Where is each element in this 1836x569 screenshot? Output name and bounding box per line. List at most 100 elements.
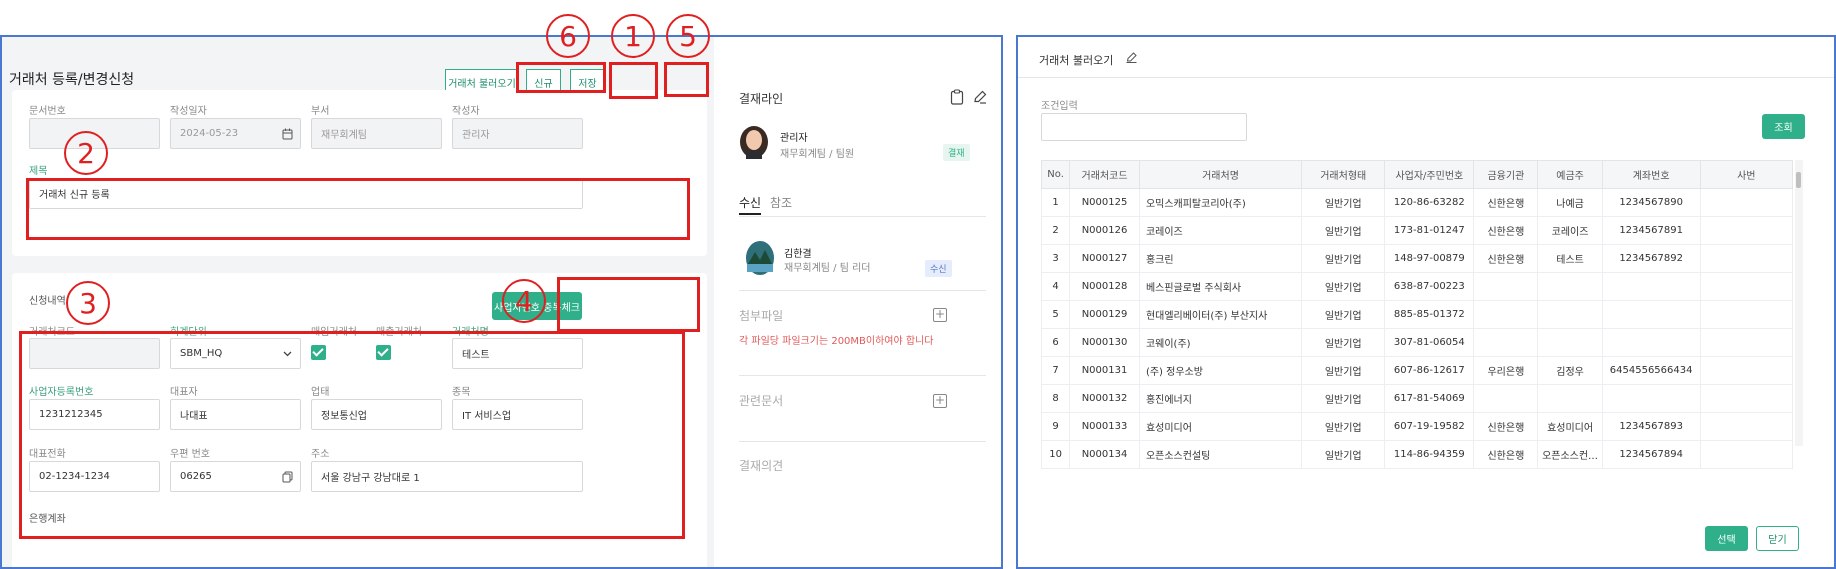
column-header[interactable]: 금융기관 [1473, 160, 1539, 189]
close-button[interactable]: 닫기 [1756, 526, 1799, 551]
table-scrollbar[interactable] [1795, 160, 1803, 446]
table-cell: N000130 [1069, 328, 1140, 357]
marker-5: 5 [666, 14, 710, 58]
table-row[interactable]: 7 N000131 (주) 정우소방 일반기업 607-86-12617 우리은행 김정우 6… [1040, 356, 1794, 385]
table-cell: 일반기업 [1301, 384, 1386, 413]
approval-panel: 결재라인 관리자 재무회계팀 / 팀원 결재 수신 참조 김한결 재무회계팀 /… [714, 37, 1001, 567]
item-label: 종목 [452, 387, 471, 398]
table-cell: 6 [1040, 328, 1071, 357]
table-cell: 1234567894 [1601, 440, 1701, 469]
sales-checkbox[interactable] [376, 345, 391, 360]
table-row[interactable]: 4 N000128 베스핀글로벌 주식회사 일반기업 638-87-00223 [1040, 272, 1794, 301]
table-row[interactable]: 9 N000133 효성미디어 일반기업 607-19-19582 신한은행 효성미디어 12… [1040, 412, 1794, 441]
vendor-name-label: 거래처명 [452, 327, 489, 338]
purchase-checkbox[interactable] [311, 345, 326, 360]
table-row[interactable]: 8 N000132 홍진에너지 일반기업 617-81-54069 [1040, 384, 1794, 413]
date-field[interactable]: 2024-05-23 [170, 118, 301, 149]
approver-dept: 재무회계팀 / 팀원 [780, 149, 855, 160]
vendor-code-field[interactable] [29, 338, 160, 369]
bizno-label: 사업자등록번호 [29, 387, 94, 398]
biztype-input[interactable]: 정보통신업 [311, 399, 442, 430]
table-cell: 일반기업 [1301, 300, 1386, 329]
bizno-input[interactable]: 1231212345 [29, 399, 160, 430]
column-header[interactable]: No. [1040, 160, 1071, 189]
table-cell: 5 [1040, 300, 1071, 329]
approver-name: 관리자 [780, 133, 808, 144]
table-cell [1473, 384, 1539, 413]
table-cell [1699, 356, 1794, 385]
column-header[interactable]: 거래처형태 [1301, 160, 1386, 189]
table-cell: 신한은행 [1473, 188, 1539, 217]
dept-field[interactable]: 재무회계팀 [311, 118, 442, 149]
scrollbar-thumb[interactable] [1796, 172, 1801, 188]
table-cell: 우리은행 [1473, 356, 1539, 385]
zip-input[interactable]: 06265 [170, 461, 301, 492]
calendar-icon[interactable] [282, 128, 293, 140]
table-row[interactable]: 2 N000126 코레이즈 일반기업 173-81-01247 신한은행 코레이즈 1234… [1040, 216, 1794, 245]
edit-icon[interactable] [972, 89, 988, 105]
table-cell [1601, 272, 1701, 301]
clipboard-icon[interactable] [950, 89, 964, 105]
column-header[interactable]: 거래처명 [1138, 160, 1303, 189]
table-cell: 617-81-54069 [1384, 384, 1475, 413]
receiver-dept: 재무회계팀 / 팀 리더 [784, 263, 871, 274]
table-cell: 홍진에너지 [1138, 384, 1303, 413]
marker-4: 4 [502, 279, 546, 323]
table-cell: 1234567891 [1601, 216, 1701, 245]
attach-note: 각 파일당 파일크기는 200MB이하여야 합니다 [739, 336, 934, 347]
doc-no-label: 문서번호 [29, 106, 66, 117]
table-cell: N000127 [1069, 244, 1140, 273]
date-label: 작성일자 [170, 106, 207, 117]
table-cell: N000133 [1069, 412, 1140, 441]
phone-input[interactable]: 02-1234-1234 [29, 461, 160, 492]
unit-select[interactable]: SBM_HQ [170, 338, 301, 369]
tab-ref[interactable]: 참조 [770, 194, 792, 211]
copy-icon[interactable] [282, 471, 293, 483]
table-cell [1601, 328, 1701, 357]
table-cell: N000126 [1069, 216, 1140, 245]
table-row[interactable]: 6 N000130 코웨이(주) 일반기업 307-81-06054 [1040, 328, 1794, 357]
subject-label: 제목 [29, 166, 48, 177]
addr-input[interactable]: 서울 강남구 강남대로 1 [311, 461, 583, 492]
edit-icon[interactable] [1125, 51, 1138, 64]
vendor-name-input[interactable]: 테스트 [452, 338, 583, 369]
add-attachment-icon[interactable]: + [933, 308, 947, 322]
divider-attach [739, 290, 986, 291]
tab-receive[interactable]: 수신 [739, 194, 761, 211]
table-cell [1699, 440, 1794, 469]
chevron-down-icon [283, 351, 292, 357]
author-label: 작성자 [452, 106, 480, 117]
table-cell: 1234567892 [1601, 244, 1701, 273]
ceo-input[interactable]: 나대표 [170, 399, 301, 430]
table-cell: N000131 [1069, 356, 1140, 385]
receiver-avatar [746, 241, 774, 275]
item-input[interactable]: IT 서비스업 [452, 399, 583, 430]
table-cell: 7 [1040, 356, 1071, 385]
table-cell: 1234567890 [1601, 188, 1701, 217]
cond-input[interactable] [1041, 113, 1247, 141]
table-row[interactable]: 1 N000125 오믹스캐피탈코리아(주) 일반기업 120-86-63282 신한은행… [1040, 188, 1794, 217]
table-row[interactable]: 10 N000134 오픈소스컨설팅 일반기업 114-86-94359 신한은행 오픈소스… [1040, 440, 1794, 469]
author-field[interactable]: 관리자 [452, 118, 583, 149]
table-cell: 307-81-06054 [1384, 328, 1475, 357]
table-cell: 3 [1040, 244, 1071, 273]
zip-label: 우편 번호 [170, 449, 210, 460]
column-header[interactable]: 예금주 [1537, 160, 1603, 189]
column-header[interactable]: 사업자/주민번호 [1384, 160, 1475, 189]
column-header[interactable]: 거래처코드 [1069, 160, 1140, 189]
table-row[interactable]: 5 N000129 현대엘리베이터(주) 부산지사 일반기업 885-85-01372 [1040, 300, 1794, 329]
unit-value: SBM_HQ [180, 348, 223, 359]
table-cell: 코레이즈 [1537, 216, 1603, 245]
column-header[interactable]: 계좌번호 [1601, 160, 1701, 189]
search-button[interactable]: 조회 [1762, 114, 1805, 139]
add-related-icon[interactable]: + [933, 394, 947, 408]
subject-input[interactable]: 거래처 신규 등록 [29, 178, 583, 209]
select-button[interactable]: 선택 [1705, 526, 1748, 551]
table-cell: 김정우 [1537, 356, 1603, 385]
table-row[interactable]: 3 N000127 홍크린 일반기업 148-97-00879 신한은행 테스트 123456… [1040, 244, 1794, 273]
table-cell: 148-97-00879 [1384, 244, 1475, 273]
table-header-row: No. 거래처코드 거래처명 거래처형태 사업자/주민번호 금융기관 예금주 계좌번호 사번 [1040, 160, 1794, 189]
table-cell [1699, 216, 1794, 245]
column-header[interactable]: 사번 [1699, 160, 1794, 189]
table-cell: 효성미디어 [1138, 412, 1303, 441]
